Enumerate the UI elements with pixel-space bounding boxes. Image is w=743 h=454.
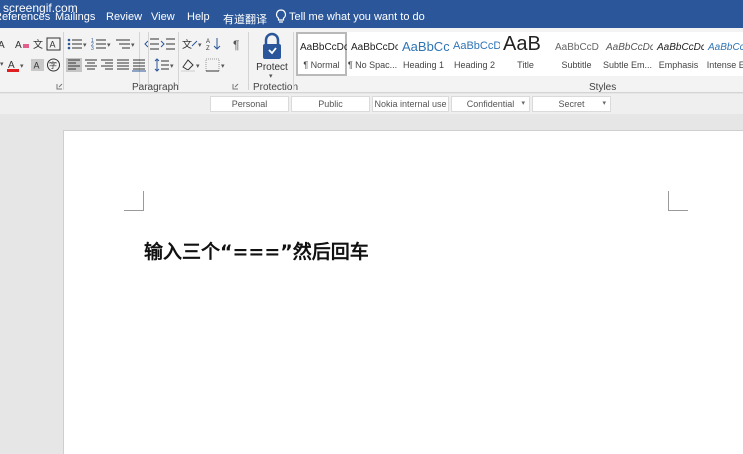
word-window: screengif.com References Mailings Review… [0, 0, 743, 454]
show-paragraph-marks-icon[interactable]: ¶ [230, 37, 246, 51]
document-page[interactable]: 输入三个“===”然后回车 [63, 130, 743, 454]
svg-text:文: 文 [182, 38, 192, 51]
style-intense-emphasis[interactable]: AaBbCcDc Intense E... [704, 32, 743, 76]
shrink-font-icon[interactable]: A [0, 37, 13, 51]
align-left-icon[interactable] [66, 58, 82, 72]
style-subtitle[interactable]: AaBbCcD Subtitle [551, 32, 602, 76]
svg-text:A: A [50, 40, 56, 50]
tab-help[interactable]: Help [187, 11, 210, 23]
font-dialog-launcher-icon[interactable] [56, 83, 63, 90]
svg-text:▾: ▾ [0, 61, 4, 68]
decrease-indent-icon[interactable] [144, 37, 160, 51]
character-border-icon[interactable]: A [46, 37, 62, 51]
svg-text:Z: Z [206, 46, 210, 51]
align-center-icon[interactable] [83, 58, 99, 72]
justify-icon[interactable] [115, 58, 131, 72]
svg-text:A: A [0, 40, 5, 51]
lock-icon [261, 32, 283, 60]
bullets-icon[interactable] [67, 37, 83, 51]
style-normal[interactable]: AaBbCcDc ¶ Normal [296, 32, 347, 76]
svg-text:字: 字 [49, 60, 57, 70]
classification-public[interactable]: Public [291, 96, 370, 112]
multilevel-list-icon[interactable] [115, 37, 131, 51]
classification-confidential[interactable]: Confidential ▾ [451, 96, 530, 112]
style-heading-1[interactable]: AaBbCc Heading 1 [398, 32, 449, 76]
chevron-down-icon: ▾ [269, 73, 273, 80]
classification-personal[interactable]: Personal [210, 96, 289, 112]
distributed-icon[interactable] [131, 58, 147, 72]
paragraph-group-label: Paragraph [132, 82, 179, 93]
classification-bar: Personal Public Nokia internal use Confi… [0, 94, 743, 114]
chevron-down-icon: ▾ [602, 100, 606, 107]
increase-indent-icon[interactable] [160, 37, 176, 51]
enclose-characters-icon[interactable]: 字 [46, 58, 62, 72]
sort-icon[interactable]: AZ [206, 37, 222, 51]
styles-gallery: AaBbCcDc ¶ Normal AaBbCcDc ¶ No Spac... … [296, 32, 743, 76]
tell-me-search[interactable]: Tell me what you want to do [289, 11, 425, 23]
margin-corner-top-right [668, 191, 688, 211]
svg-text:A: A [206, 39, 210, 45]
svg-text:A: A [15, 40, 22, 51]
character-shading-icon[interactable]: A [30, 58, 46, 72]
ribbon: A A 文 A ▾ 123 ▾ ▾ 文 ▾ AZ ¶ ▾ A ▾ A 字 ▾ ▾ [0, 28, 743, 93]
document-text[interactable]: 输入三个“===”然后回车 [144, 237, 369, 264]
svg-text:A: A [34, 61, 40, 71]
classification-secret[interactable]: Secret ▾ [532, 96, 611, 112]
borders-icon[interactable] [205, 58, 221, 72]
style-title[interactable]: AaB Title [500, 32, 551, 76]
shading-icon[interactable] [180, 58, 196, 72]
align-right-icon[interactable] [99, 58, 115, 72]
style-heading-2[interactable]: AaBbCcD Heading 2 [449, 32, 500, 76]
tab-review[interactable]: Review [106, 11, 142, 23]
style-no-spacing[interactable]: AaBbCcDc ¶ No Spac... [347, 32, 398, 76]
margin-corner-top-left [124, 191, 144, 211]
line-spacing-icon[interactable] [154, 58, 170, 72]
document-area: 输入三个“===”然后回车 [0, 114, 743, 454]
lightbulb-icon [275, 9, 287, 25]
tab-view[interactable]: View [151, 11, 175, 23]
numbering-icon[interactable]: 123 [91, 37, 107, 51]
protect-button[interactable]: Protect ▾ [254, 32, 290, 80]
protection-group-label: Protection [253, 82, 299, 93]
paragraph-dialog-launcher-icon[interactable] [232, 83, 239, 90]
svg-text:文: 文 [33, 38, 43, 51]
style-subtle-emphasis[interactable]: AaBbCcDc Subtle Em... [602, 32, 653, 76]
tab-mailings[interactable]: Mailings [55, 11, 95, 23]
classification-nokia-internal[interactable]: Nokia internal use [372, 96, 449, 112]
styles-group-label: Styles [589, 82, 617, 93]
tab-references[interactable]: References [0, 11, 50, 23]
chinese-layout-icon[interactable]: 文 [182, 37, 198, 51]
svg-text:3: 3 [91, 46, 94, 51]
clear-formatting-icon[interactable]: A [14, 37, 30, 51]
tab-youdao[interactable]: 有道翻译 [223, 11, 267, 27]
svg-text:¶: ¶ [233, 38, 239, 51]
style-emphasis[interactable]: AaBbCcDc Emphasis [653, 32, 704, 76]
chevron-down-icon: ▾ [521, 100, 525, 107]
